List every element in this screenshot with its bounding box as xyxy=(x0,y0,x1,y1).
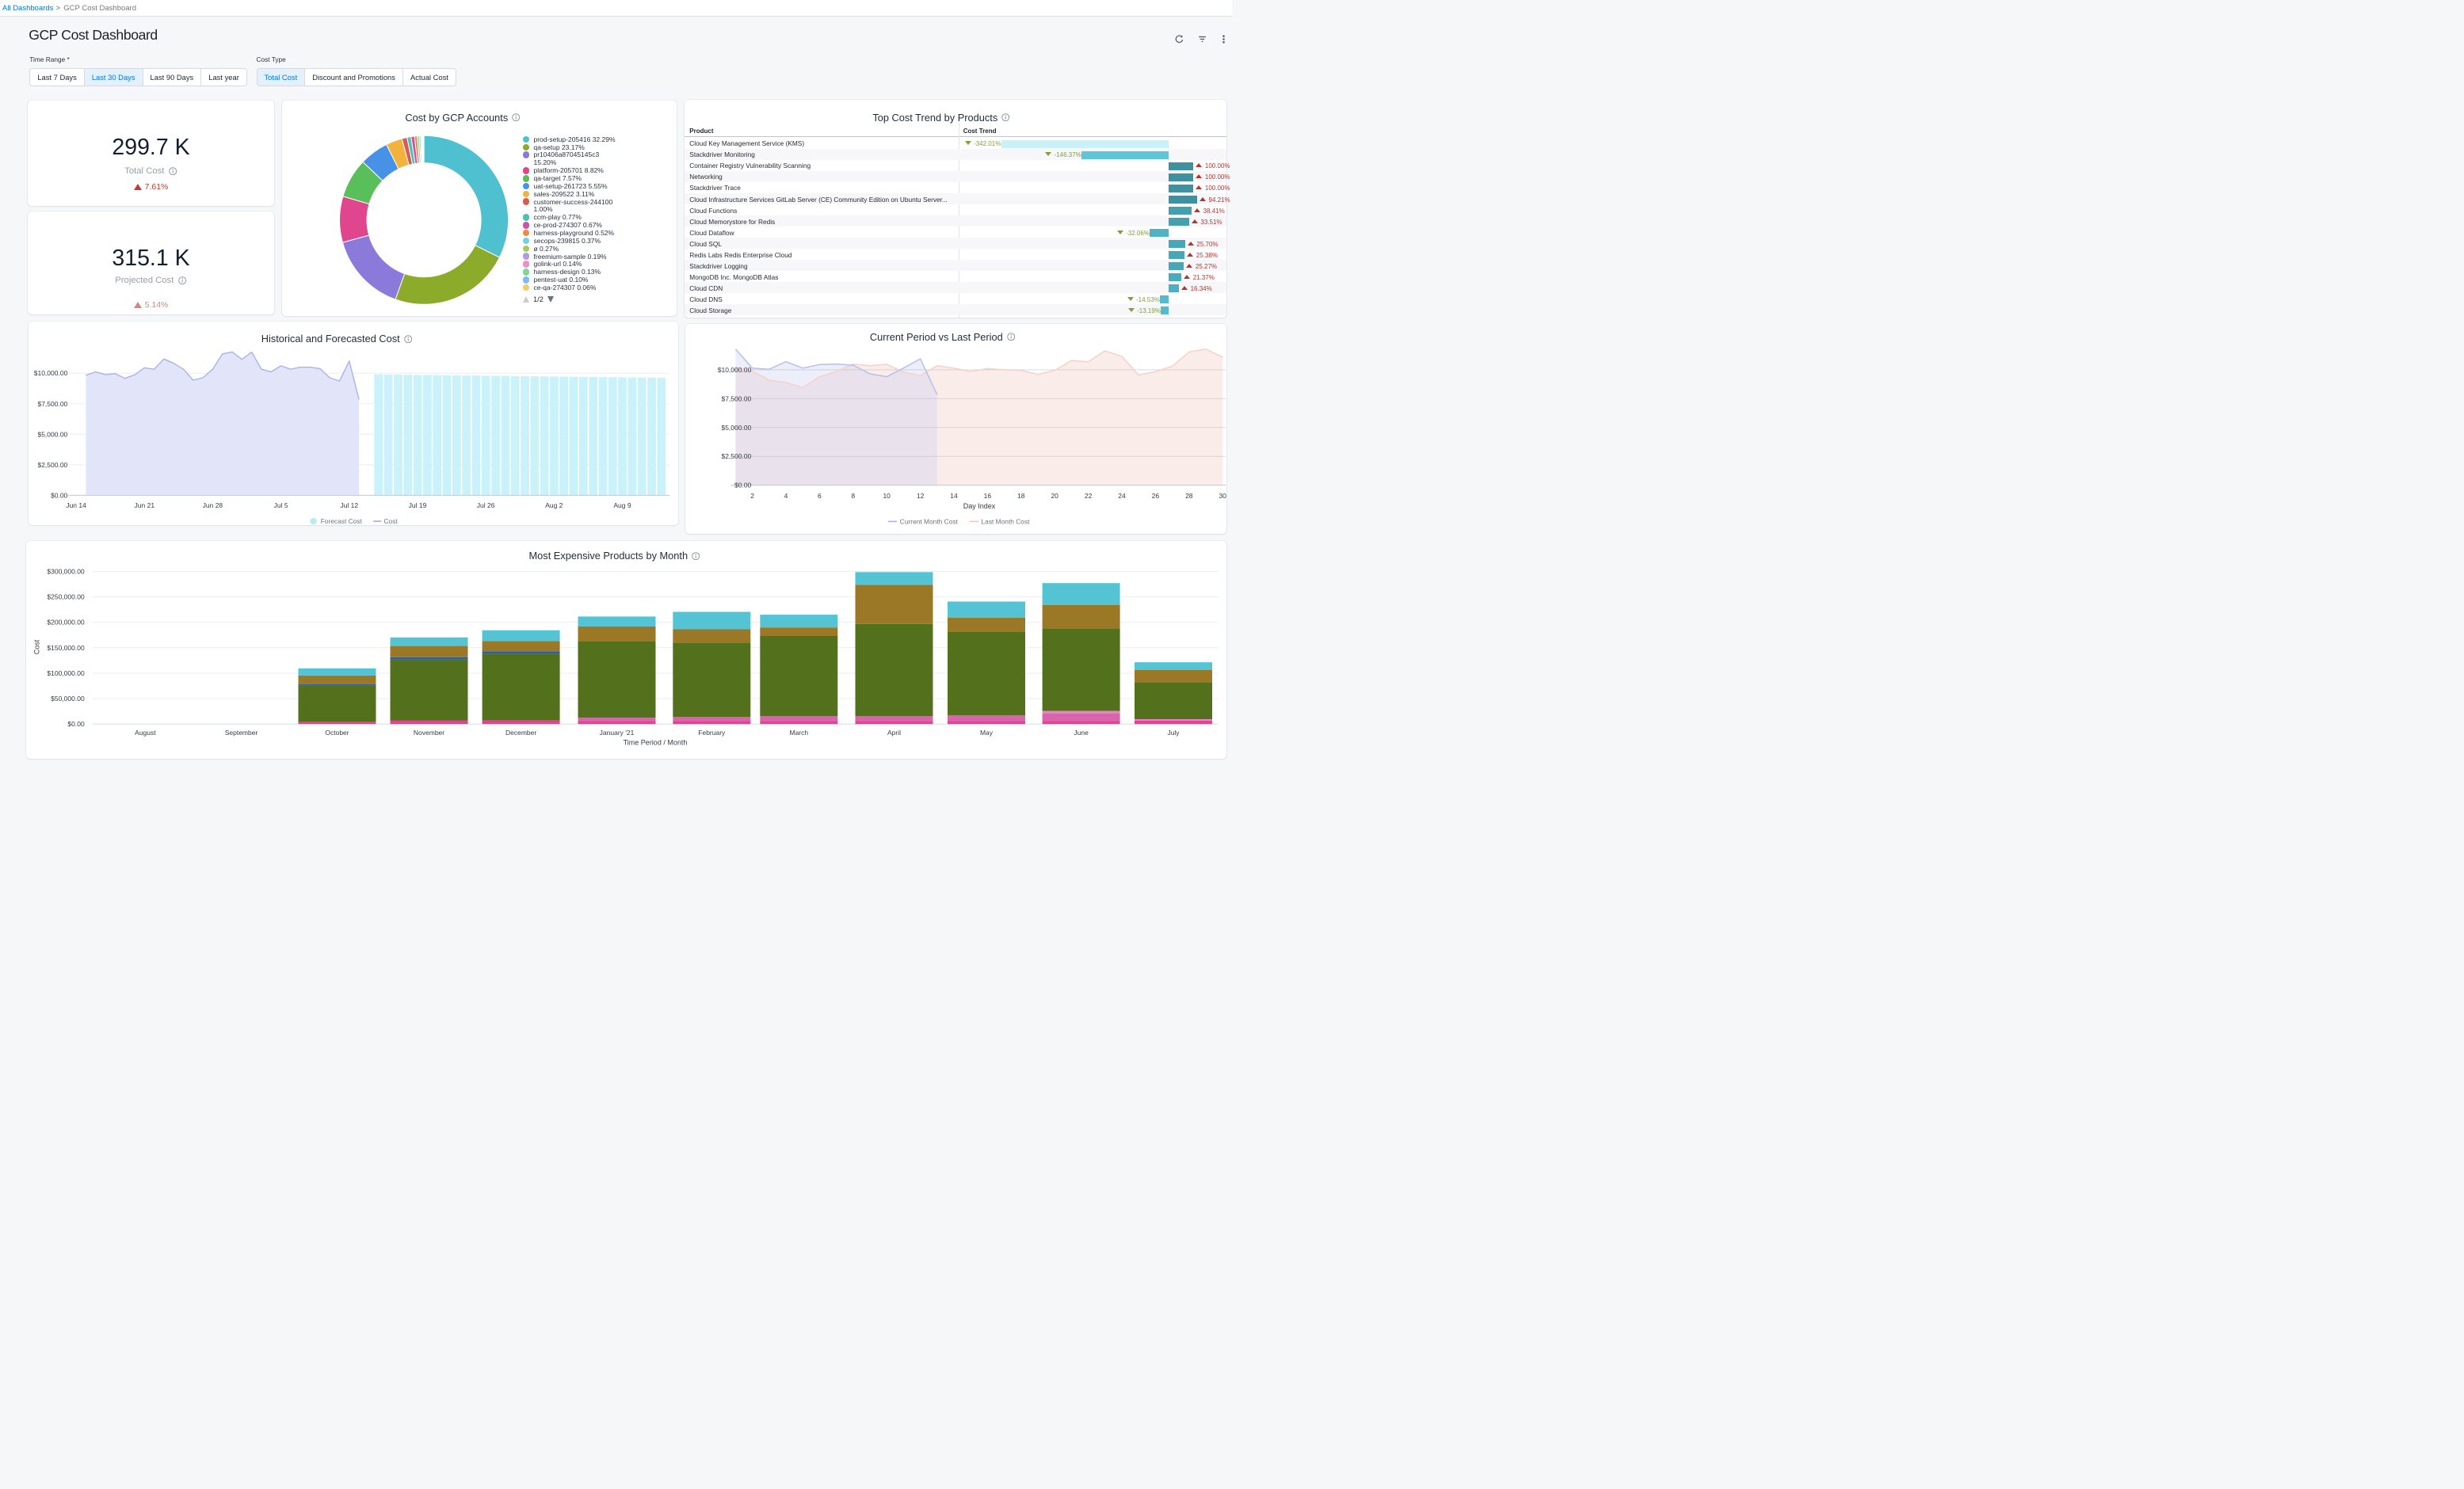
svg-text:Day Index: Day Index xyxy=(963,502,996,510)
svg-text:February: February xyxy=(698,729,726,737)
svg-text:Forecast Cost: Forecast Cost xyxy=(320,517,362,525)
svg-text:$0.00: $0.00 xyxy=(67,720,85,728)
svg-text:Time Period / Month: Time Period / Month xyxy=(624,739,688,747)
svg-text:May: May xyxy=(980,729,994,737)
svg-text:$5,000.00: $5,000.00 xyxy=(721,423,751,431)
svg-text:$250,000.00: $250,000.00 xyxy=(47,593,85,601)
svg-text:March: March xyxy=(789,729,808,737)
svg-text:$150,000.00: $150,000.00 xyxy=(47,644,85,652)
svg-text:July: July xyxy=(1167,729,1180,737)
svg-text:Cost: Cost xyxy=(383,517,398,525)
svg-text:22: 22 xyxy=(1085,492,1093,500)
svg-text:Jun 21: Jun 21 xyxy=(134,501,154,509)
svg-text:$7,500.00: $7,500.00 xyxy=(721,394,751,402)
svg-text:April: April xyxy=(887,729,901,737)
svg-text:January '21: January '21 xyxy=(600,729,635,737)
svg-text:$0.00: $0.00 xyxy=(51,492,68,500)
svg-text:4: 4 xyxy=(784,492,788,500)
svg-text:$10,000.00: $10,000.00 xyxy=(33,369,67,377)
svg-text:Aug 2: Aug 2 xyxy=(545,501,563,509)
svg-text:2: 2 xyxy=(750,492,754,500)
svg-text:Jul 19: Jul 19 xyxy=(408,501,426,509)
svg-text:September: September xyxy=(225,729,258,737)
svg-text:30: 30 xyxy=(1219,492,1226,500)
svg-text:26: 26 xyxy=(1152,492,1160,500)
svg-text:$300,000.00: $300,000.00 xyxy=(47,568,85,576)
svg-text:Jul 26: Jul 26 xyxy=(476,501,494,509)
svg-text:14: 14 xyxy=(950,492,958,500)
svg-text:18: 18 xyxy=(1017,492,1025,500)
svg-text:Jun 28: Jun 28 xyxy=(202,501,223,509)
svg-text:28: 28 xyxy=(1185,492,1193,500)
svg-text:Aug 9: Aug 9 xyxy=(613,501,631,509)
svg-text:$200,000.00: $200,000.00 xyxy=(47,619,85,626)
svg-text:Jun 14: Jun 14 xyxy=(66,501,86,509)
svg-text:$10,000.00: $10,000.00 xyxy=(718,365,752,373)
svg-text:$7,500.00: $7,500.00 xyxy=(37,400,67,408)
svg-text:$5,000.00: $5,000.00 xyxy=(37,430,67,438)
svg-text:$2,500.00: $2,500.00 xyxy=(721,452,751,460)
svg-text:$2,500.00: $2,500.00 xyxy=(37,461,67,469)
svg-text:$0.00: $0.00 xyxy=(734,481,752,489)
svg-text:20: 20 xyxy=(1051,492,1058,500)
svg-text:24: 24 xyxy=(1118,492,1126,500)
svg-text:6: 6 xyxy=(818,492,822,500)
svg-text:June: June xyxy=(1074,729,1089,737)
svg-text:$100,000.00: $100,000.00 xyxy=(47,669,85,677)
svg-text:16: 16 xyxy=(984,492,992,500)
svg-text:10: 10 xyxy=(883,492,891,500)
svg-text:Cost: Cost xyxy=(33,639,41,654)
svg-text:Jul 12: Jul 12 xyxy=(340,501,358,509)
svg-text:12: 12 xyxy=(917,492,925,500)
svg-text:December: December xyxy=(505,729,536,737)
svg-text:November: November xyxy=(414,729,444,737)
svg-text:8: 8 xyxy=(851,492,855,500)
svg-text:Current Month Cost: Current Month Cost xyxy=(900,517,959,525)
svg-text:August: August xyxy=(135,729,156,737)
svg-text:Jul 5: Jul 5 xyxy=(273,501,288,509)
svg-text:Last Month Cost: Last Month Cost xyxy=(982,517,1031,525)
svg-text:$50,000.00: $50,000.00 xyxy=(51,695,85,703)
svg-text:October: October xyxy=(325,729,349,737)
